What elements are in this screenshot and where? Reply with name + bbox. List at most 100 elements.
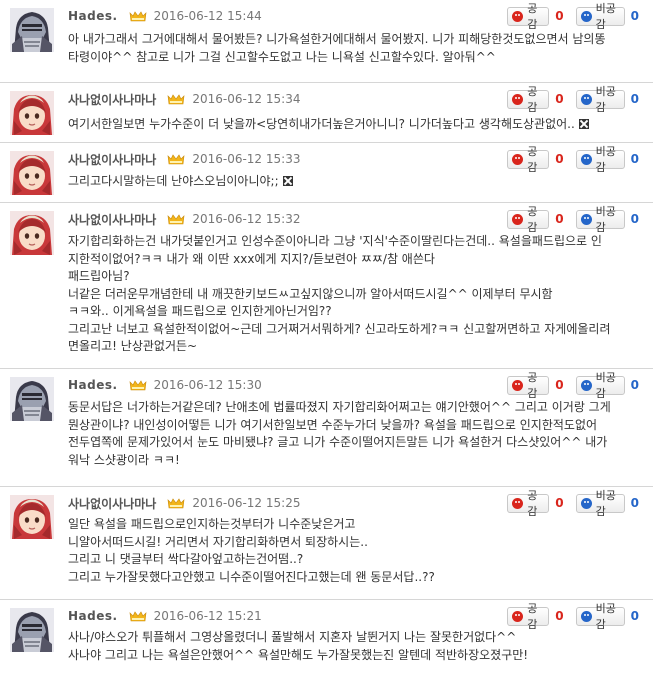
like-label: 공감 (527, 145, 538, 174)
like-count: 0 (555, 152, 564, 166)
author-name[interactable]: Hades. (68, 378, 118, 392)
comment-body: 여기서한일보면 누가수준이 더 낮을까<당연히내가더높은거아니니? 니가더높다고… (68, 116, 629, 134)
comment-date: 2016-06-12 15:21 (153, 609, 262, 623)
frown-icon (580, 213, 592, 225)
comment-meta: 사나없이사나마나 2016-06-12 15:34 (68, 91, 300, 107)
vote-controls: 공감 0 비공감 0 (507, 85, 639, 114)
author-name[interactable]: Hades. (68, 9, 118, 23)
comment-date: 2016-06-12 15:25 (192, 496, 301, 510)
dislike-button[interactable]: 비공감 (575, 2, 625, 31)
frown-icon (580, 93, 592, 105)
dislike-count: 0 (630, 378, 639, 392)
comment-text-line: 그리고 니 댓글부터 싹다갈아엎고하는건어떰..? (68, 552, 304, 566)
vote-controls: 공감 0 비공감 0 (507, 205, 639, 234)
level-crown-icon (167, 153, 185, 165)
comment-text-line: 타령이야^^ 참고로 니가 그걸 신고할수도없고 나는 니욕설 신고할수있다. … (68, 49, 496, 64)
comment-meta: 사나없이사나마나 2016-06-12 15:32 (68, 211, 300, 227)
comment-date: 2016-06-12 15:44 (153, 9, 262, 23)
comment-item: Hades. 2016-06-12 15:30 공감 0 비공감 0 동문서답은… (0, 368, 653, 486)
delete-icon[interactable] (282, 176, 293, 186)
vote-controls: 공감 0 비공감 0 (507, 2, 639, 31)
like-button[interactable]: 공감 (507, 205, 550, 234)
comment-text-line: 자기합리화하는건 내가덧붙인거고 인성수준이아니라 그냥 '지식'수준이딸린다는… (68, 234, 602, 248)
like-label: 공감 (527, 602, 538, 631)
smile-icon (512, 379, 524, 391)
comment-body: 자기합리화하는건 내가덧붙인거고 인성수준이아니라 그냥 '지식'수준이딸린다는… (68, 233, 629, 356)
dislike-count: 0 (630, 212, 639, 226)
comment-text-line: 뭔상관이냐? 내인성이어떻든 니가 여기서한일보면 수준누가더 낮을까? 욕설을… (68, 417, 598, 432)
comment-text-line: 그리고 누가잘못했다고안했고 니수준이떨어진다고했는데 왠 동문서답..?? (68, 569, 435, 584)
delete-icon[interactable] (578, 119, 589, 129)
comment-date: 2016-06-12 15:34 (192, 92, 301, 106)
comment-text-line: 여기서한일보면 누가수준이 더 낮을까<당연히내가더높은거아니니? 니가더높다고… (68, 116, 629, 134)
girl-avatar[interactable] (10, 151, 54, 195)
comment-meta: Hades. 2016-06-12 15:44 (68, 8, 262, 24)
comment-date: 2016-06-12 15:33 (192, 152, 301, 166)
level-crown-icon (167, 497, 185, 509)
like-count: 0 (555, 9, 564, 23)
frown-icon (580, 10, 592, 22)
smile-icon (512, 153, 524, 165)
comment-text-line: 너같은 더러운무개념한테 내 깨끗한키보드ㅆ고싶지않으니까 알아서떠드시길^^ … (68, 286, 553, 301)
like-button[interactable]: 공감 (507, 489, 550, 518)
comment-meta: 사나없이사나마나 2016-06-12 15:33 (68, 151, 300, 167)
comment-list: Hades. 2016-06-12 15:44 공감 0 비공감 0 아 내가그… (0, 0, 653, 692)
smile-icon (512, 610, 524, 622)
comment-meta: Hades. 2016-06-12 15:21 (68, 608, 262, 624)
comment-meta: 사나없이사나마나 2016-06-12 15:25 (68, 495, 300, 511)
comment-text-line: 면올리고! 난상관없거든~ (68, 339, 198, 353)
level-crown-icon (167, 213, 185, 225)
like-count: 0 (555, 609, 564, 623)
level-crown-icon (129, 10, 147, 22)
comment-item: 사나없이사나마나 2016-06-12 15:33 공감 0 비공감 0 그리고… (0, 142, 653, 202)
author-name[interactable]: 사나없이사나마나 (68, 91, 156, 108)
dislike-button[interactable]: 비공감 (575, 489, 625, 518)
like-button[interactable]: 공감 (507, 145, 550, 174)
comment-date: 2016-06-12 15:30 (153, 378, 262, 392)
author-name[interactable]: 사나없이사나마나 (68, 211, 156, 228)
comment-text-line: 전두엽쪽에 문제가있어서 눈도 마비됐냐? 글고 니가 수준이떨어지든말든 니가… (68, 435, 608, 449)
like-button[interactable]: 공감 (507, 602, 550, 631)
dislike-button[interactable]: 비공감 (575, 371, 625, 400)
like-label: 공감 (527, 2, 538, 31)
smile-icon (512, 497, 524, 509)
comment-text-line: 일단 욕설을 패드립으로인지하는것부터가 니수준낮은거고 (68, 517, 356, 531)
girl-avatar[interactable] (10, 495, 54, 539)
level-crown-icon (129, 610, 147, 622)
comment-body: 사나/야스오가 튀플해서 그영상올렸더니 풀발해서 지혼자 날뛴거지 나는 잘못… (68, 629, 629, 664)
knight-avatar[interactable] (10, 8, 54, 52)
like-button[interactable]: 공감 (507, 85, 550, 114)
smile-icon (512, 93, 524, 105)
frown-icon (580, 379, 592, 391)
vote-controls: 공감 0 비공감 0 (507, 371, 639, 400)
dislike-label: 비공감 (595, 2, 616, 31)
comment-text-line: 그리고난 너보고 욕설한적이없어~근데 그거쩌거서뭐하게? 신고라도하게?ㅋㅋ … (68, 321, 611, 336)
dislike-button[interactable]: 비공감 (575, 205, 625, 234)
knight-avatar[interactable] (10, 608, 54, 652)
dislike-label: 비공감 (595, 145, 616, 174)
comment-text-line: 패드립아님? (68, 269, 130, 283)
dislike-count: 0 (630, 609, 639, 623)
like-count: 0 (555, 92, 564, 106)
dislike-button[interactable]: 비공감 (575, 145, 625, 174)
dislike-button[interactable]: 비공감 (575, 602, 625, 631)
comment-item: 사나없이사나마나 2016-06-12 15:34 공감 0 비공감 0 여기서… (0, 82, 653, 142)
comment-text-line: 지한적이없어?ㅋㅋ 내가 왜 이딴 xxx에게 지지?/듣보련아 ㅉㅉ/참 애쓴… (68, 251, 435, 266)
vote-controls: 공감 0 비공감 0 (507, 145, 639, 174)
comment-text-line: 사나야 그리고 나는 욕설은안했어^^ 욕설만해도 누가잘못했는진 알텐데 적반… (68, 647, 529, 662)
knight-avatar[interactable] (10, 377, 54, 421)
girl-avatar[interactable] (10, 211, 54, 255)
smile-icon (512, 213, 524, 225)
dislike-count: 0 (630, 152, 639, 166)
girl-avatar[interactable] (10, 91, 54, 135)
like-label: 공감 (527, 205, 538, 234)
author-name[interactable]: 사나없이사나마나 (68, 151, 156, 168)
like-button[interactable]: 공감 (507, 371, 550, 400)
author-name[interactable]: Hades. (68, 609, 118, 623)
dislike-button[interactable]: 비공감 (575, 85, 625, 114)
like-button[interactable]: 공감 (507, 2, 550, 31)
comment-date: 2016-06-12 15:32 (192, 212, 301, 226)
frown-icon (580, 497, 592, 509)
author-name[interactable]: 사나없이사나마나 (68, 495, 156, 512)
vote-controls: 공감 0 비공감 0 (507, 489, 639, 518)
